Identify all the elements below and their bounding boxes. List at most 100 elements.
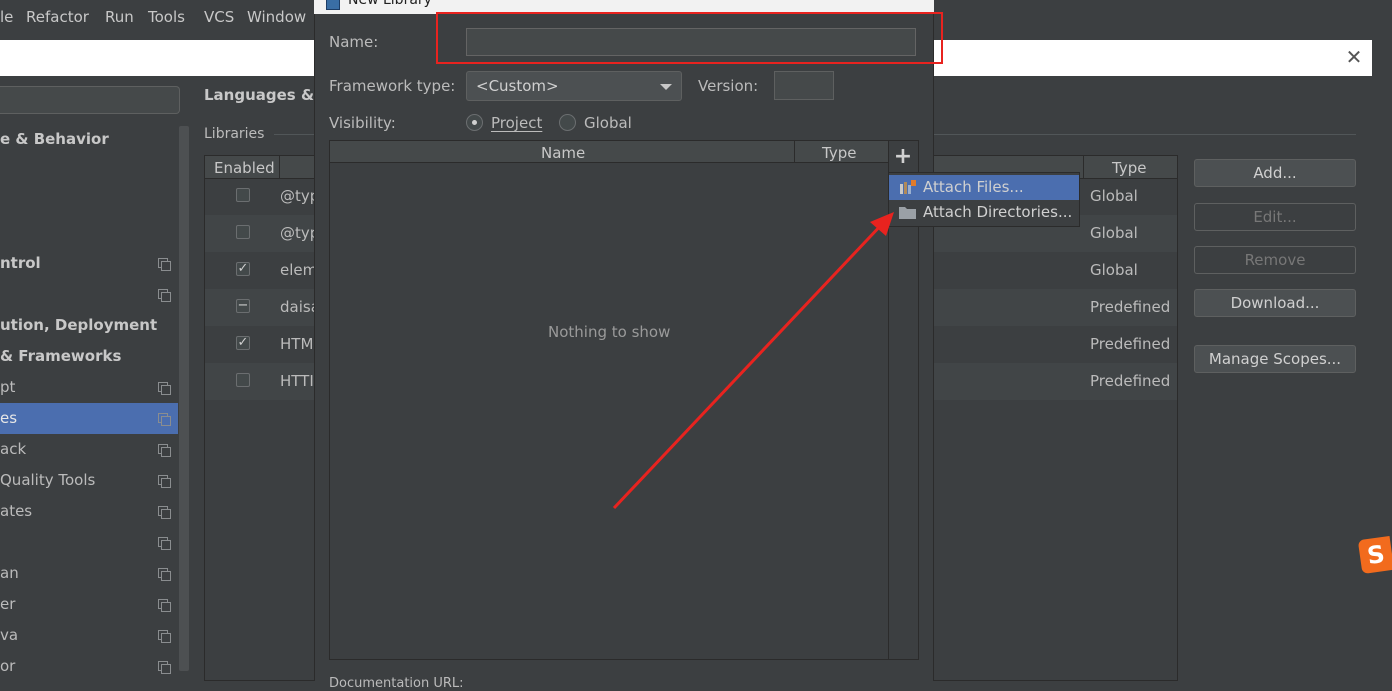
- sidebar-item[interactable]: ution, Deployment: [0, 310, 178, 341]
- sidebar-item[interactable]: [0, 155, 178, 186]
- manage-scopes-button[interactable]: Manage Scopes...: [1194, 345, 1356, 373]
- sidebar-item[interactable]: va: [0, 620, 178, 651]
- close-icon[interactable]: ✕: [1344, 46, 1364, 68]
- attach-directories-label: Attach Directories...: [923, 203, 1073, 221]
- sidebar-item[interactable]: es: [0, 403, 178, 434]
- download-library-button[interactable]: Download...: [1194, 289, 1356, 317]
- project-scope-icon: [158, 258, 171, 271]
- sidebar-item-label: va: [0, 626, 19, 644]
- sidebar-item[interactable]: ack: [0, 434, 178, 465]
- enabled-checkbox[interactable]: ✓: [236, 262, 250, 276]
- sidebar-item-label: ntrol: [0, 254, 41, 272]
- enabled-checkbox[interactable]: [236, 188, 250, 202]
- library-roots-table: [329, 140, 919, 660]
- libraries-section-label: Libraries: [204, 126, 265, 142]
- project-scope-icon: [158, 506, 171, 519]
- sidebar-item[interactable]: [0, 186, 178, 217]
- visibility-project-label[interactable]: Project: [491, 114, 542, 132]
- sidebar-item[interactable]: e & Behavior: [0, 124, 178, 155]
- sidebar-item-label: es: [0, 409, 18, 427]
- menu-tools[interactable]: Tools: [148, 8, 185, 26]
- enabled-checkbox[interactable]: [236, 373, 250, 387]
- enabled-column-header[interactable]: Enabled: [214, 159, 275, 177]
- name-column-header[interactable]: Name: [541, 144, 585, 162]
- sidebar-item[interactable]: & Frameworks: [0, 341, 178, 372]
- folder-icon: [899, 207, 916, 219]
- version-input[interactable]: [774, 71, 834, 100]
- add-root-plus-icon[interactable]: +: [893, 146, 913, 168]
- sidebar-item[interactable]: [0, 279, 178, 310]
- project-scope-icon: [158, 444, 171, 457]
- project-scope-icon: [158, 568, 171, 581]
- library-type: Predefined: [1090, 298, 1171, 316]
- sidebar-item[interactable]: Quality Tools: [0, 465, 178, 496]
- sidebar-item[interactable]: an: [0, 558, 178, 589]
- annotation-highlight-box: [436, 12, 943, 64]
- project-scope-icon: [158, 537, 171, 550]
- type-column-header[interactable]: Type: [1112, 159, 1146, 177]
- enabled-checkbox[interactable]: −: [236, 299, 250, 313]
- chevron-down-icon: [660, 84, 672, 90]
- project-scope-icon: [158, 289, 171, 302]
- input-method-logo-icon[interactable]: S: [1357, 535, 1392, 575]
- sidebar-item-label: Quality Tools: [0, 471, 96, 489]
- visibility-project-radio[interactable]: [466, 114, 483, 131]
- library-type: Predefined: [1090, 335, 1171, 353]
- enabled-checkbox[interactable]: ✓: [236, 336, 250, 350]
- sidebar-item-label: pt: [0, 378, 16, 396]
- sidebar-item[interactable]: or: [0, 651, 178, 682]
- menu-refactor[interactable]: Refactor: [26, 8, 89, 26]
- visibility-global-label[interactable]: Global: [584, 114, 632, 132]
- enabled-checkbox[interactable]: [236, 225, 250, 239]
- column-divider: [279, 156, 280, 178]
- page-title: Languages & F: [204, 86, 330, 104]
- sidebar-item-label: ates: [0, 502, 33, 520]
- sidebar-item[interactable]: [0, 217, 178, 248]
- sidebar-scrollbar[interactable]: [179, 126, 189, 671]
- sidebar-item-label: ack: [0, 440, 27, 458]
- sidebar-item[interactable]: er: [0, 589, 178, 620]
- menu-run[interactable]: Run: [105, 8, 134, 26]
- sidebar-search-input[interactable]: [0, 86, 180, 114]
- library-name: HTM: [280, 335, 314, 353]
- version-label: Version:: [698, 77, 759, 95]
- type-column-header[interactable]: Type: [822, 144, 856, 162]
- right-gutter: [1373, 40, 1392, 681]
- visibility-global-radio[interactable]: [559, 114, 576, 131]
- attach-directories-menu-item[interactable]: Attach Directories...: [889, 200, 1079, 225]
- menu-file[interactable]: le: [0, 8, 13, 26]
- project-scope-icon: [158, 661, 171, 674]
- framework-type-label: Framework type:: [329, 77, 456, 95]
- attach-files-menu-item[interactable]: Attach Files...: [889, 175, 1079, 200]
- project-scope-icon: [158, 630, 171, 643]
- project-scope-icon: [158, 475, 171, 488]
- sidebar-item[interactable]: ates: [0, 496, 178, 527]
- library-type: Global: [1090, 224, 1138, 242]
- dialog-title: New Library: [348, 0, 432, 8]
- library-name: elem: [280, 261, 318, 279]
- visibility-label: Visibility:: [329, 114, 396, 132]
- library-name: HTTI: [280, 372, 314, 390]
- framework-type-select[interactable]: <Custom>: [466, 71, 682, 101]
- menu-window[interactable]: Window: [247, 8, 306, 26]
- framework-type-value: <Custom>: [476, 77, 559, 95]
- project-scope-icon: [158, 599, 171, 612]
- library-type: Predefined: [1090, 372, 1171, 390]
- empty-state-text: Nothing to show: [548, 323, 671, 341]
- sidebar-item-label: or: [0, 657, 16, 675]
- project-scope-icon: [158, 413, 171, 426]
- sidebar-item-label: ution, Deployment: [0, 316, 158, 334]
- edit-library-button[interactable]: Edit...: [1194, 203, 1356, 231]
- sidebar-item[interactable]: [0, 527, 178, 558]
- add-library-button[interactable]: Add...: [1194, 159, 1356, 187]
- menu-vcs[interactable]: VCS: [204, 8, 234, 26]
- library-icon: [326, 0, 340, 10]
- sidebar-item[interactable]: pt: [0, 372, 178, 403]
- remove-library-button[interactable]: Remove: [1194, 246, 1356, 274]
- library-type: Global: [1090, 187, 1138, 205]
- library-type: Global: [1090, 261, 1138, 279]
- sidebar-item[interactable]: ntrol: [0, 248, 178, 279]
- sidebar-item-label: & Frameworks: [0, 347, 122, 365]
- sidebar-item-label: an: [0, 564, 19, 582]
- attach-files-icon: [900, 180, 916, 194]
